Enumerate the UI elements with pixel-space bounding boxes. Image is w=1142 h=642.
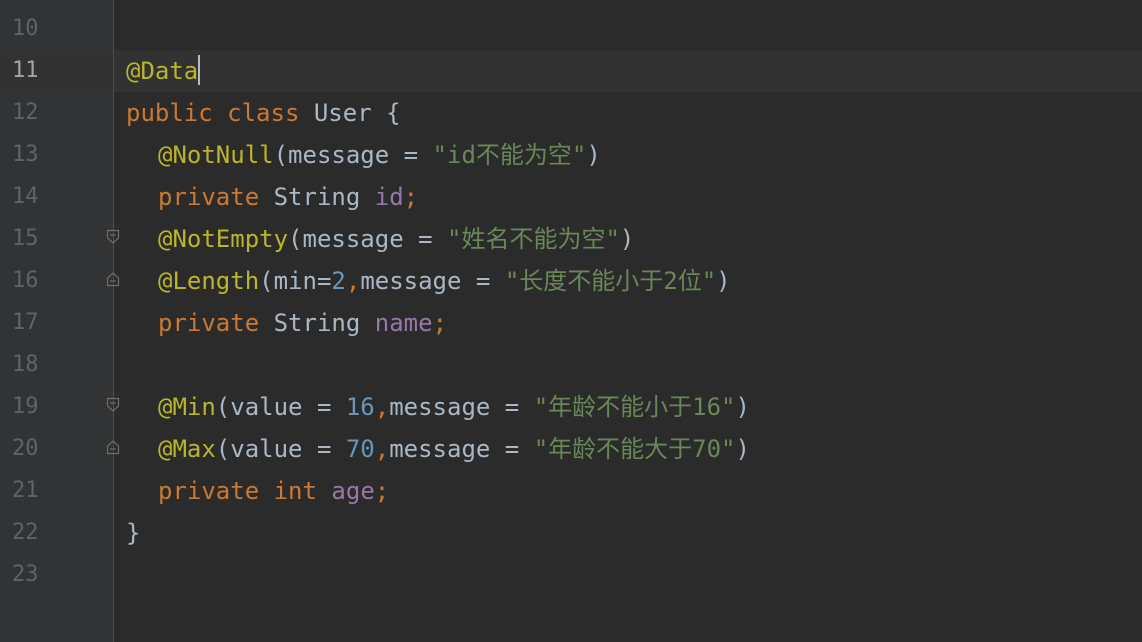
annotation: @NotNull [158,141,274,169]
code-text: (value = [215,393,346,421]
line-number: 23 [12,562,39,587]
code-line: private int age; [126,470,830,512]
line-number: 16 [12,268,39,293]
keyword: private [158,309,260,337]
string-literal: "id不能为空" [432,141,587,169]
line-number-current: 11 [12,58,39,83]
line-number: 17 [12,310,39,335]
string-literal: "长度不能小于2位" [504,267,717,295]
code-line-current: @Data [126,50,830,92]
code-text: ) [126,0,830,1]
field-name: age [331,477,375,505]
code-editor[interactable]: 10 11 12 13 14 15 16 17 18 19 20 21 22 2… [0,0,1142,642]
code-line: @NotEmpty(message = "姓名不能为空") [126,218,830,260]
annotation: @Min [158,393,216,421]
annotation: @NotEmpty [158,225,289,253]
closing-brace: } [126,519,141,547]
keyword: public [126,99,213,127]
code-line: private String id; [126,176,830,218]
code-text: ) [735,393,750,421]
code-text: message = [389,393,534,421]
field-name: id [374,183,404,211]
code-line: public class User { [126,92,830,134]
code-text: ) [619,225,635,253]
code-text: (message = [288,225,447,253]
line-number: 13 [12,142,39,167]
fold-start-icon[interactable] [106,229,120,245]
number-literal: 16 [345,393,375,421]
line-numbers: 10 11 12 13 14 15 16 17 18 19 20 21 22 2… [0,8,70,596]
keyword: class [227,99,300,127]
code-text: message = [360,267,505,295]
type-name: String [273,183,361,211]
code-text: ) [586,141,601,169]
comma: , [345,267,361,295]
code-line: @Length(min=2,message = "长度不能小于2位") [126,260,830,302]
fold-end-icon[interactable] [106,439,120,455]
line-number: 12 [12,100,39,125]
annotation: @Length [158,267,260,295]
code-text: (min= [259,267,332,295]
code-area[interactable]: ) @Data public class User { @NotNull(mes… [126,0,830,596]
semicolon: ; [374,477,390,505]
code-text: ) [716,267,731,295]
annotation: @Data [126,57,199,85]
line-number: 21 [12,478,39,503]
code-text: message = [389,435,534,463]
code-line: ) [126,0,830,8]
comma: , [374,393,390,421]
number-literal: 70 [345,435,375,463]
semicolon: ; [403,183,419,211]
annotation: @Max [158,435,216,463]
code-line: @Min(value = 16,message = "年龄不能小于16") [126,386,830,428]
line-number: 10 [12,16,39,41]
number-literal: 2 [331,267,346,295]
fold-start-icon[interactable] [106,397,120,413]
code-text: User { [313,99,401,127]
line-number: 20 [12,436,39,461]
line-number: 19 [12,394,39,419]
type-name: String [273,309,361,337]
text-caret [198,55,201,85]
string-literal: "年龄不能小于16" [533,393,736,421]
code-line: } [126,512,830,554]
code-line: @Max(value = 70,message = "年龄不能大于70") [126,428,830,470]
keyword: int [273,477,317,505]
comma: , [374,435,390,463]
fold-end-icon[interactable] [106,271,120,287]
code-text: (value = [215,435,346,463]
code-text: ) [735,435,750,463]
keyword: private [158,183,260,211]
line-number: 22 [12,520,39,545]
semicolon: ; [432,309,448,337]
line-number: 15 [12,226,39,251]
gutter: 10 11 12 13 14 15 16 17 18 19 20 21 22 2… [0,0,114,642]
keyword: private [158,477,260,505]
field-name: name [374,309,433,337]
line-number: 18 [12,352,39,377]
string-literal: "姓名不能为空" [447,225,620,253]
code-text: (message = [273,141,433,169]
line-number: 14 [12,184,39,209]
code-line: @NotNull(message = "id不能为空") [126,134,830,176]
code-line: private String name; [126,302,830,344]
string-literal: "年龄不能大于70" [533,435,736,463]
